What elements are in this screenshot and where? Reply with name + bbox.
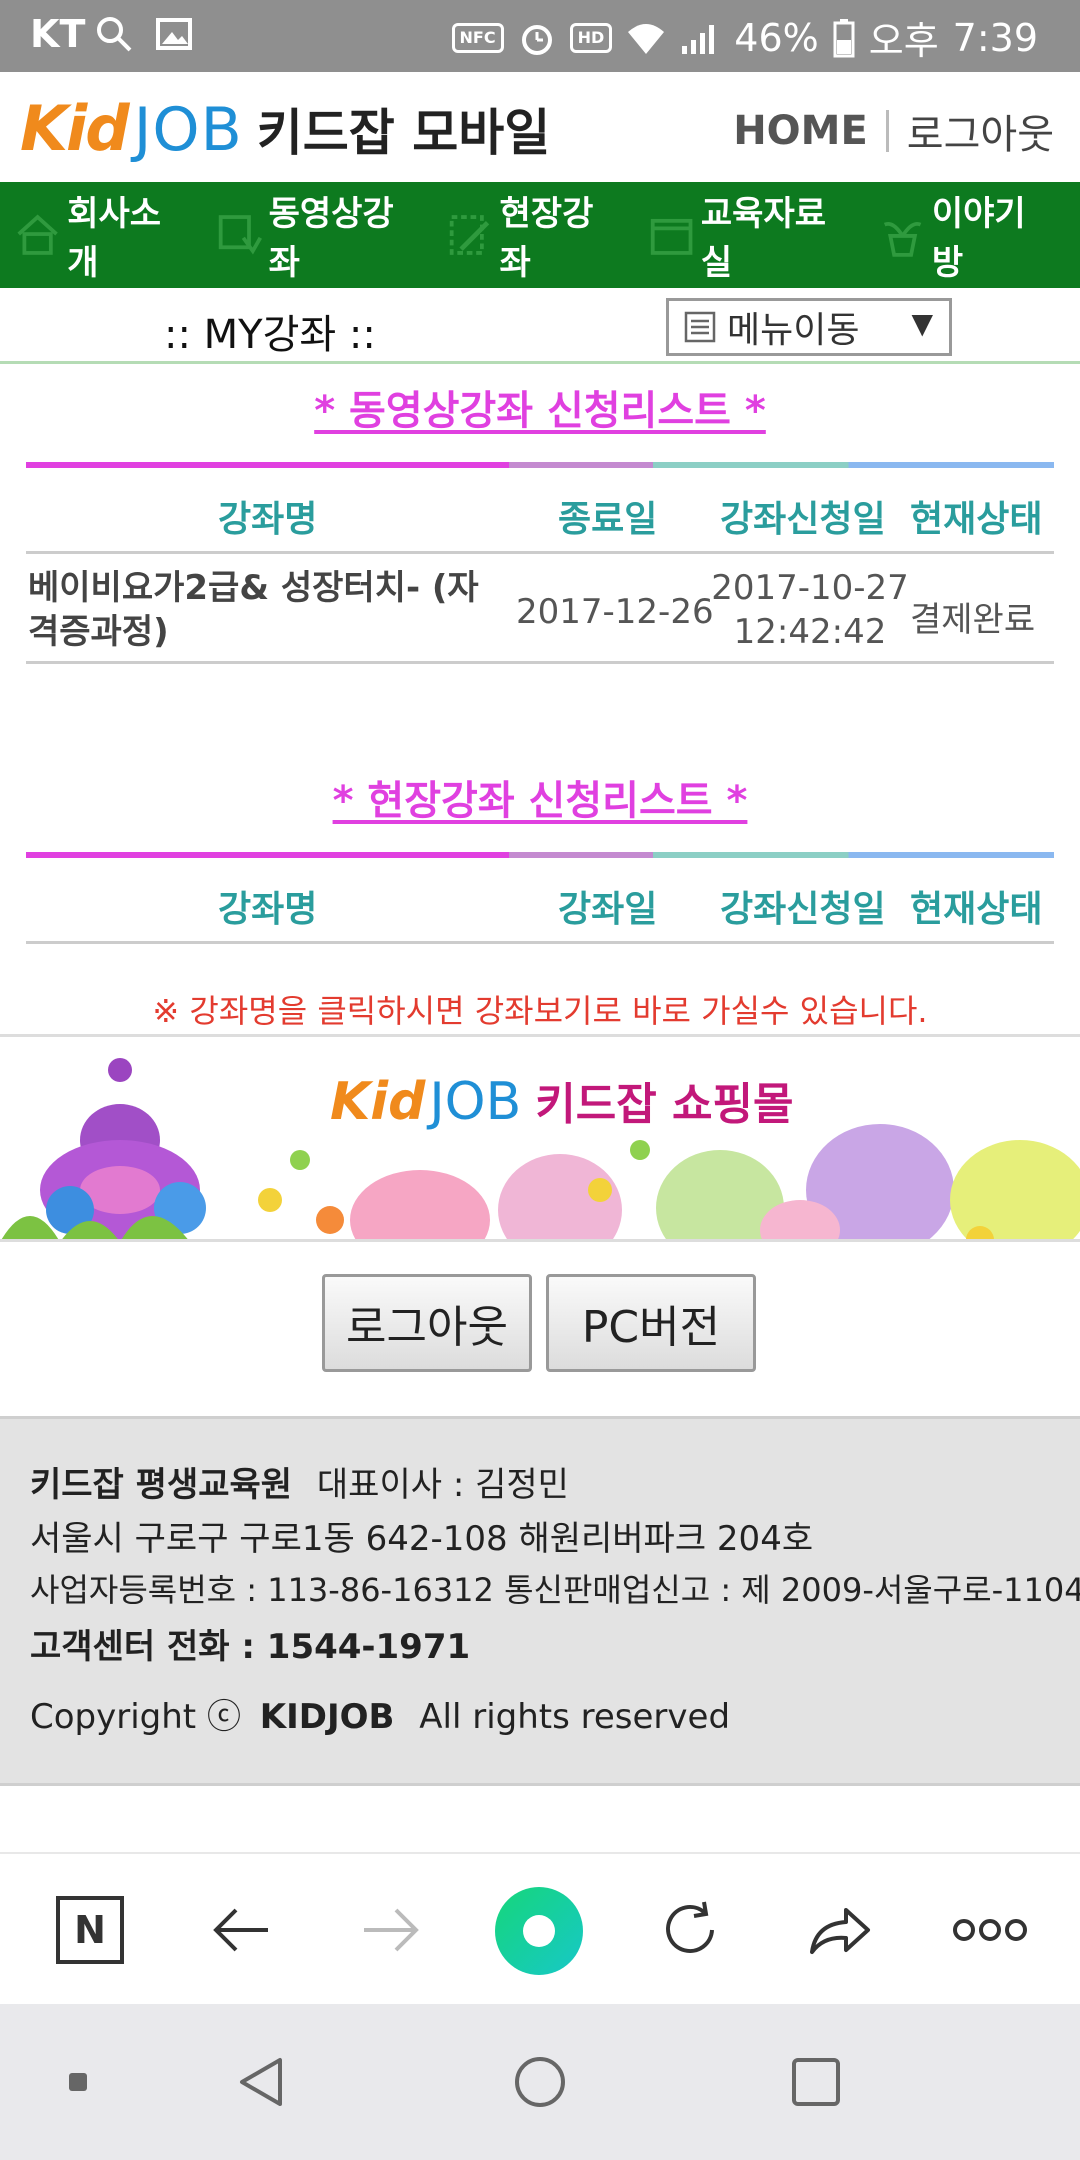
col-header-applied: 강좌신청일 [720,499,886,540]
status-bar: KT NFC HD 46% 오후 7:39 [0,0,1080,72]
calendar-icon [650,218,693,255]
hd-icon: HD [569,22,613,53]
table-row[interactable]: 베이비요가2급& 성장터치- (자격증과정) 2017-12-26 2017-1… [26,554,1054,664]
kidjob-logo[interactable]: Kid JOB 키드잡 모바일 [20,92,550,165]
video-download-icon [219,215,263,255]
onsite-table-header: 강좌명 강좌일 강좌신청일 현재상태 [26,858,1054,944]
naver-icon[interactable]: N [52,1892,128,1968]
nav-item-label: 교육자료실 [700,194,827,283]
banner-text: 키드잡 쇼핑몰 [535,1079,794,1130]
company-name: 키드잡 평생교육원 [30,1465,293,1505]
my-course-title: :: MY강좌 :: [164,312,376,358]
col-header-end: 종료일 [558,499,658,540]
end-date: 2017-12-26 [516,592,714,632]
nfc-icon: NFC [451,22,504,53]
address-text: 서울시 구로구 구로1동 642-108 해원리버파크 204호 [30,1519,814,1559]
alarm-icon [521,24,552,55]
applied-datetime: 2017-10-27 12:42:42 [710,566,910,654]
signal-icon [682,24,715,54]
nav-item-onsite[interactable]: 현장강좌 [446,186,617,284]
site-footer: 키드잡 평생교육원 대표이사 : 김정민 서울시 구로구 구로1동 642-10… [0,1416,1080,1786]
applied-time: 12:42:42 [733,612,887,652]
nav-item-video[interactable]: 동영상강좌 [215,186,416,284]
home-link[interactable]: HOME [733,108,868,154]
ceo-text: 대표이사 : 김정민 [316,1465,569,1505]
col-header-applied: 강좌신청일 [720,889,886,930]
system-back-icon[interactable] [224,2044,300,2120]
menu-select-value: 메뉴이동 [727,310,860,351]
shopping-mall-banner[interactable]: Kid JOB 키드잡 쇼핑몰 [0,1040,1080,1242]
copyright-text: Copyright ⓒ KIDJOB All rights reserved [30,1697,731,1737]
divider [0,1034,1080,1037]
onsite-list-title: * 현장강좌 신청리스트 * [332,778,748,824]
more-dots-icon[interactable] [952,1892,1028,1968]
recent-dot-icon[interactable] [40,2044,116,2120]
logout-button[interactable]: 로그아웃 [322,1274,532,1372]
battery-percent: 46% [734,15,819,60]
browser-toolbar: N [0,1852,1080,2004]
business-info-text: 사업자등록번호 : 113-86-16312 통신판매업신고 : 제 2009-… [30,1571,1080,1609]
phone-text: 고객센터 전화 : 1544-1971 [30,1627,471,1667]
col-header-name: 강좌명 [218,499,318,540]
pencil-note-icon [450,215,490,255]
course-name-link[interactable]: 베이비요가2급& 성장터치- (자격증과정) [28,566,498,654]
house-icon [17,214,58,255]
system-navigation-bar [0,2004,1080,2160]
share-icon[interactable] [802,1892,878,1968]
battery-icon [833,18,855,57]
col-header-date: 강좌일 [558,889,658,930]
logout-link[interactable]: 로그아웃 [907,102,1054,160]
site-header: Kid JOB 키드잡 모바일 HOME 로그아웃 [0,72,1080,182]
video-table-header: 강좌명 종료일 강좌신청일 현재상태 [26,468,1054,554]
banner-logo-job: JOB [429,1072,522,1132]
nav-item-label: 동영상강좌 [268,194,394,283]
col-header-name: 강좌명 [218,889,318,930]
reload-icon[interactable] [652,1892,728,1968]
banner-logo-kid: Kid [330,1072,426,1132]
wifi-icon [628,23,665,54]
video-list-title: * 동영상강좌 신청리스트 * [314,388,766,434]
applied-date: 2017-10-27 [711,568,909,608]
nav-item-label: 이야기방 [931,194,1026,283]
nav-item-story[interactable]: 이야기방 [879,186,1050,284]
nav-item-label: 현장강좌 [499,194,594,283]
ampm-label: 오후 [868,19,939,63]
header-divider [885,110,889,152]
forward-arrow-icon[interactable] [352,1892,428,1968]
carrier-label: KT [30,12,86,56]
notice-text: ※ 강좌명을 클릭하시면 강좌보기로 바로 가실수 있습니다. [152,992,928,1030]
nav-item-company[interactable]: 회사소개 [14,186,185,284]
system-home-icon[interactable] [502,2044,578,2120]
system-recents-icon[interactable] [778,2044,854,2120]
back-arrow-icon[interactable] [204,1892,280,1968]
green-home-circle-icon[interactable] [494,1886,584,1976]
search-icon [97,17,132,52]
main-nav: 회사소개 동영상강좌 현장강좌 교육자료실 이야기방 [0,182,1080,288]
clock-time: 7:39 [952,15,1038,60]
dropdown-arrow-icon: ▼ [911,307,933,340]
logo-kid-text: Kid [20,92,130,165]
pc-version-button[interactable]: PC버전 [546,1274,756,1372]
plant-pot-icon [883,222,921,257]
site-title: 키드잡 모바일 [256,104,551,162]
logo-job-text: JOB [133,95,243,165]
list-icon [684,311,716,343]
image-icon [156,18,192,50]
my-course-bar: :: MY강좌 :: 메뉴이동 ▼ [0,288,1080,364]
nav-item-label: 회사소개 [67,194,162,283]
menu-move-select[interactable]: 메뉴이동 ▼ [666,298,952,356]
col-header-status: 현재상태 [910,889,1043,930]
nav-item-resources[interactable]: 교육자료실 [648,186,849,284]
col-header-status: 현재상태 [910,499,1043,540]
status-badge: 결제완료 [910,600,1036,640]
